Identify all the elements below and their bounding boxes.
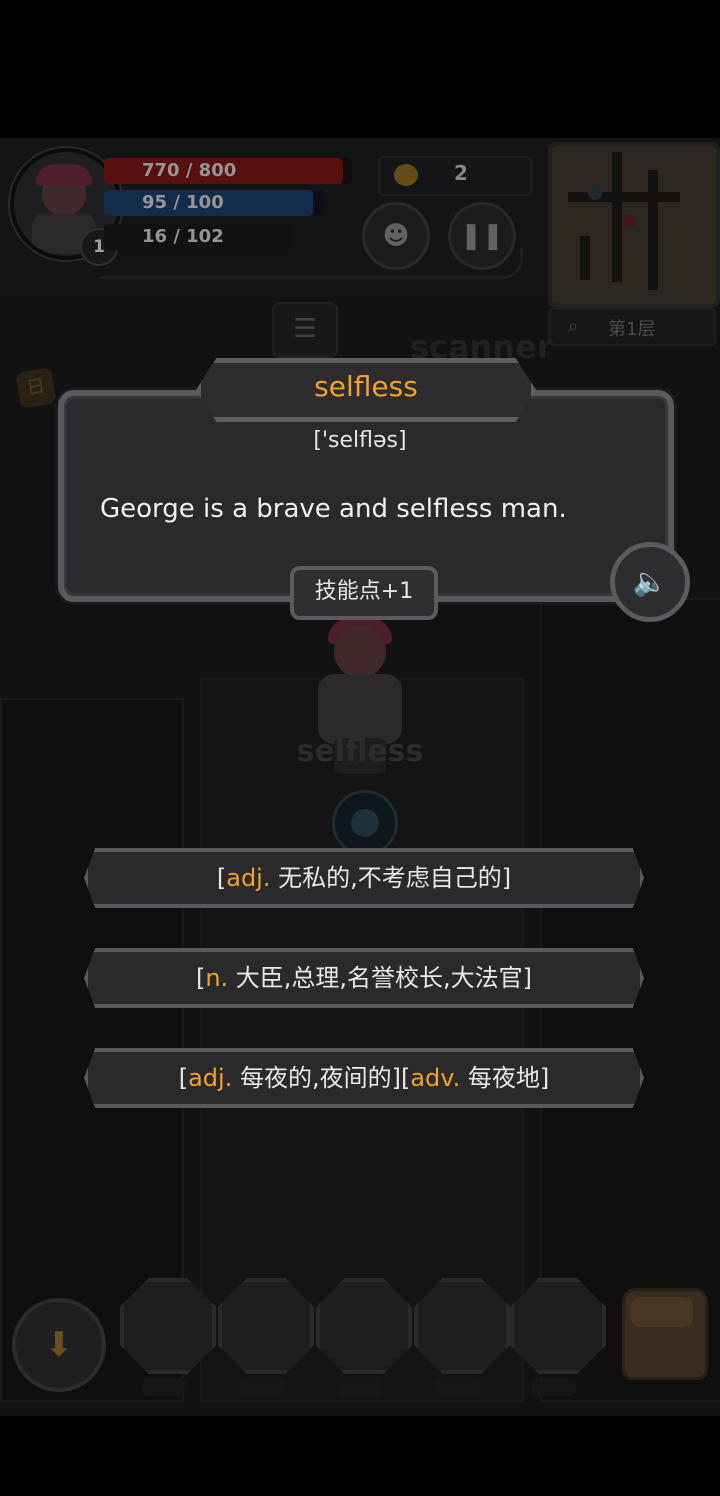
answer-bracket: ]	[522, 964, 533, 992]
answer-bracket: [	[178, 1064, 189, 1092]
answer-option-1[interactable]: [adj. 无私的,不考虑自己的]	[84, 848, 644, 908]
reward-badge: 技能点+1	[290, 566, 438, 620]
answer-bracket: ]	[539, 1064, 550, 1092]
answer-pos: n.	[205, 964, 229, 992]
answer-bracket: ][	[391, 1064, 411, 1092]
word-title: selfless	[314, 370, 418, 403]
answer-text: 大臣,总理,名誉校长,大法官	[228, 964, 523, 992]
answer-text: 无私的,不考虑自己的	[270, 864, 502, 892]
speaker-icon: 🔈	[632, 565, 668, 598]
answer-pos: adv.	[410, 1064, 461, 1092]
pronounce-button[interactable]: 🔈	[610, 542, 690, 622]
answer-text: 每夜地	[460, 1064, 540, 1092]
answer-bracket: [	[195, 964, 206, 992]
quiz-overlay: selfless ['selfləs] George is a brave an…	[0, 138, 720, 1416]
phonetic-text: ['selfləs]	[313, 428, 407, 453]
answer-option-3[interactable]: [adj. 每夜的,夜间的][adv. 每夜地]	[84, 1048, 644, 1108]
example-sentence: George is a brave and selfless man.	[100, 494, 567, 524]
answer-bracket: ]	[501, 864, 512, 892]
answer-text: 每夜的,夜间的	[232, 1064, 392, 1092]
word-title-plate: selfless	[196, 358, 536, 422]
answer-option-2[interactable]: [n. 大臣,总理,名誉校长,大法官]	[84, 948, 644, 1008]
answer-pos: adj.	[188, 1064, 233, 1092]
answer-pos: adj.	[226, 864, 271, 892]
answer-bracket: [	[216, 864, 227, 892]
